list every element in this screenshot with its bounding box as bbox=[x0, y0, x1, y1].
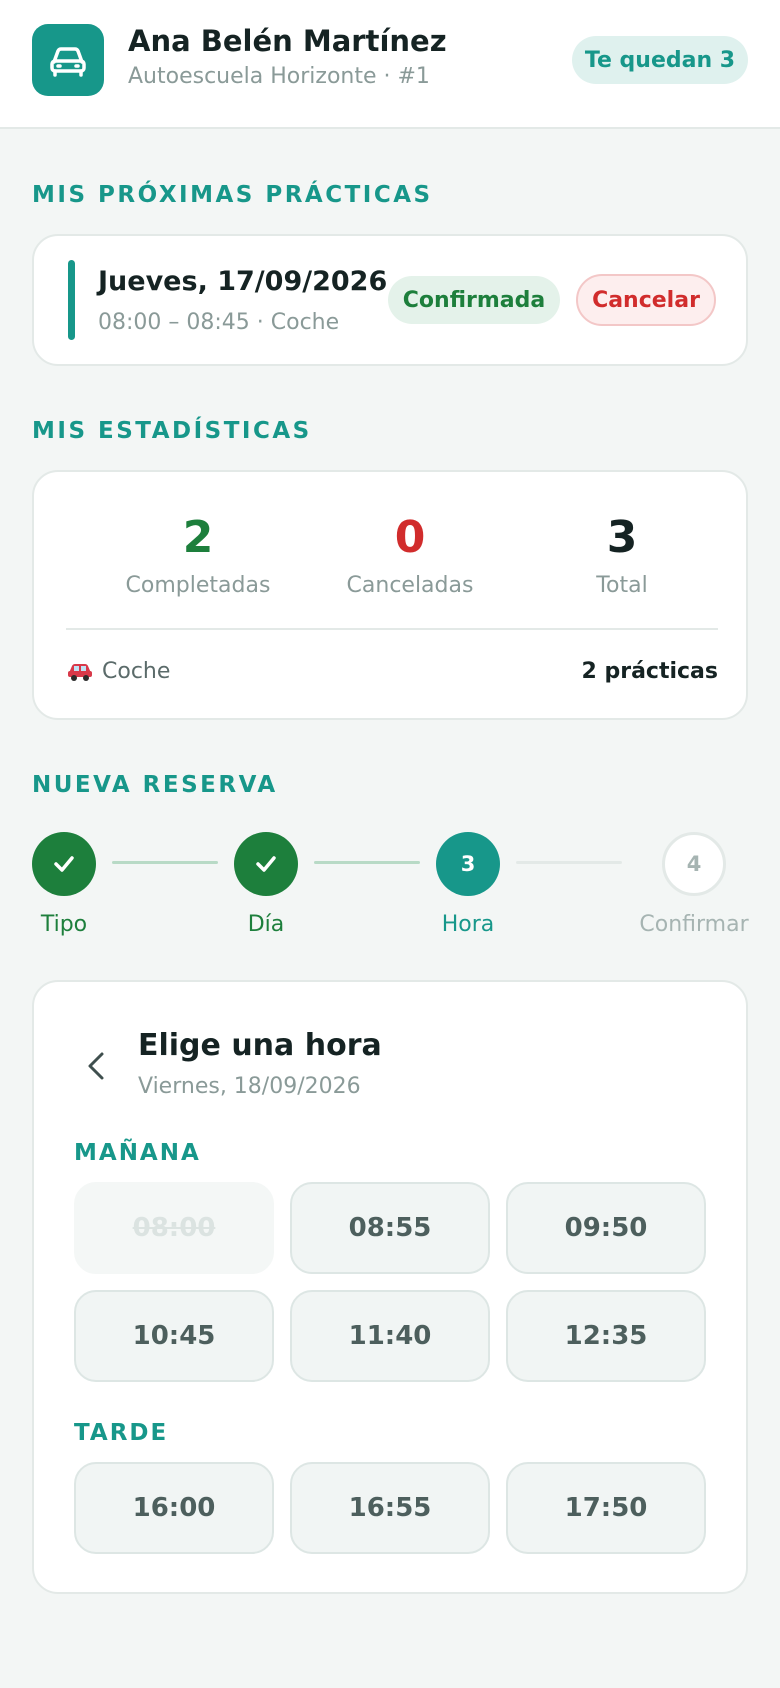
time-slot[interactable]: 16:55 bbox=[290, 1462, 490, 1554]
remaining-badge: Te quedan 3 bbox=[572, 36, 748, 84]
morning-title: MAÑANA bbox=[74, 1140, 201, 1166]
stat-completed-value: 2 bbox=[182, 512, 214, 563]
back-button[interactable] bbox=[78, 1046, 114, 1086]
step-4-label: Confirmar bbox=[639, 912, 749, 937]
time-slot[interactable]: 09:50 bbox=[506, 1182, 706, 1274]
stats-divider bbox=[66, 628, 718, 630]
app-header: Ana Belén Martínez Autoescuela Horizonte… bbox=[0, 0, 780, 129]
chevron-left-icon bbox=[88, 1052, 104, 1080]
time-slot[interactable]: 16:00 bbox=[74, 1462, 274, 1554]
time-slot[interactable]: 10:45 bbox=[74, 1290, 274, 1382]
booking-section-title: NUEVA RESERVA bbox=[32, 772, 278, 798]
time-picker-title: Elige una hora bbox=[138, 1028, 382, 1063]
upcoming-date: Jueves, 17/09/2026 bbox=[98, 266, 388, 297]
step-1-label: Tipo bbox=[40, 912, 88, 937]
stat-total-value: 3 bbox=[606, 512, 638, 563]
step-connector-3 bbox=[516, 861, 622, 864]
step-connector-1 bbox=[112, 861, 218, 864]
stats-section-title: MIS ESTADÍSTICAS bbox=[32, 418, 312, 444]
step-2-circle bbox=[234, 832, 298, 896]
cancel-button[interactable]: Cancelar bbox=[576, 274, 716, 326]
stats-card: 2 Completadas 0 Canceladas 3 Total Coche… bbox=[32, 470, 748, 720]
step-2-label: Día bbox=[247, 912, 285, 937]
stat-completed: 2 Completadas bbox=[86, 512, 310, 598]
vehicle-lesson-count: 2 prácticas bbox=[581, 658, 719, 684]
afternoon-title: TARDE bbox=[74, 1420, 169, 1446]
school-subtitle: Autoescuela Horizonte · #1 bbox=[128, 64, 430, 89]
time-slot[interactable]: 08:55 bbox=[290, 1182, 490, 1274]
step-connector-2 bbox=[314, 861, 420, 864]
time-picker-card: Elige una hora Viernes, 18/09/2026 MAÑAN… bbox=[32, 980, 748, 1594]
step-1-circle bbox=[32, 832, 96, 896]
step-3-circle: 3 bbox=[436, 832, 500, 896]
car-logo-icon bbox=[32, 24, 104, 96]
step-4-circle: 4 bbox=[662, 832, 726, 896]
upcoming-lesson-card: Jueves, 17/09/2026 08:00 – 08:45 · Coche… bbox=[32, 234, 748, 366]
check-icon bbox=[54, 856, 74, 872]
upcoming-time-details: 08:00 – 08:45 · Coche bbox=[98, 310, 340, 335]
stat-cancelled-label: Canceladas bbox=[346, 572, 474, 598]
step-3-label: Hora bbox=[441, 912, 495, 937]
stat-total-label: Total bbox=[596, 572, 648, 598]
stat-completed-label: Completadas bbox=[125, 572, 271, 598]
time-slot: 08:00 bbox=[74, 1182, 274, 1274]
stat-total: 3 Total bbox=[510, 512, 734, 598]
status-badge: Confirmada bbox=[388, 276, 560, 324]
stat-cancelled: 0 Canceladas bbox=[298, 512, 522, 598]
check-icon bbox=[256, 856, 276, 872]
time-picker-date: Viernes, 18/09/2026 bbox=[138, 1074, 361, 1099]
car-icon bbox=[68, 664, 92, 681]
upcoming-accent-bar bbox=[68, 260, 75, 340]
time-slot[interactable]: 17:50 bbox=[506, 1462, 706, 1554]
user-name: Ana Belén Martínez bbox=[128, 24, 447, 58]
vehicle-breakdown-row: Coche 2 prácticas bbox=[66, 656, 718, 686]
time-slot[interactable]: 12:35 bbox=[506, 1290, 706, 1382]
vehicle-type-label: Coche bbox=[102, 658, 171, 684]
time-slot[interactable]: 11:40 bbox=[290, 1290, 490, 1382]
upcoming-section-title: MIS PRÓXIMAS PRÁCTICAS bbox=[32, 182, 433, 208]
stat-cancelled-value: 0 bbox=[394, 512, 426, 563]
